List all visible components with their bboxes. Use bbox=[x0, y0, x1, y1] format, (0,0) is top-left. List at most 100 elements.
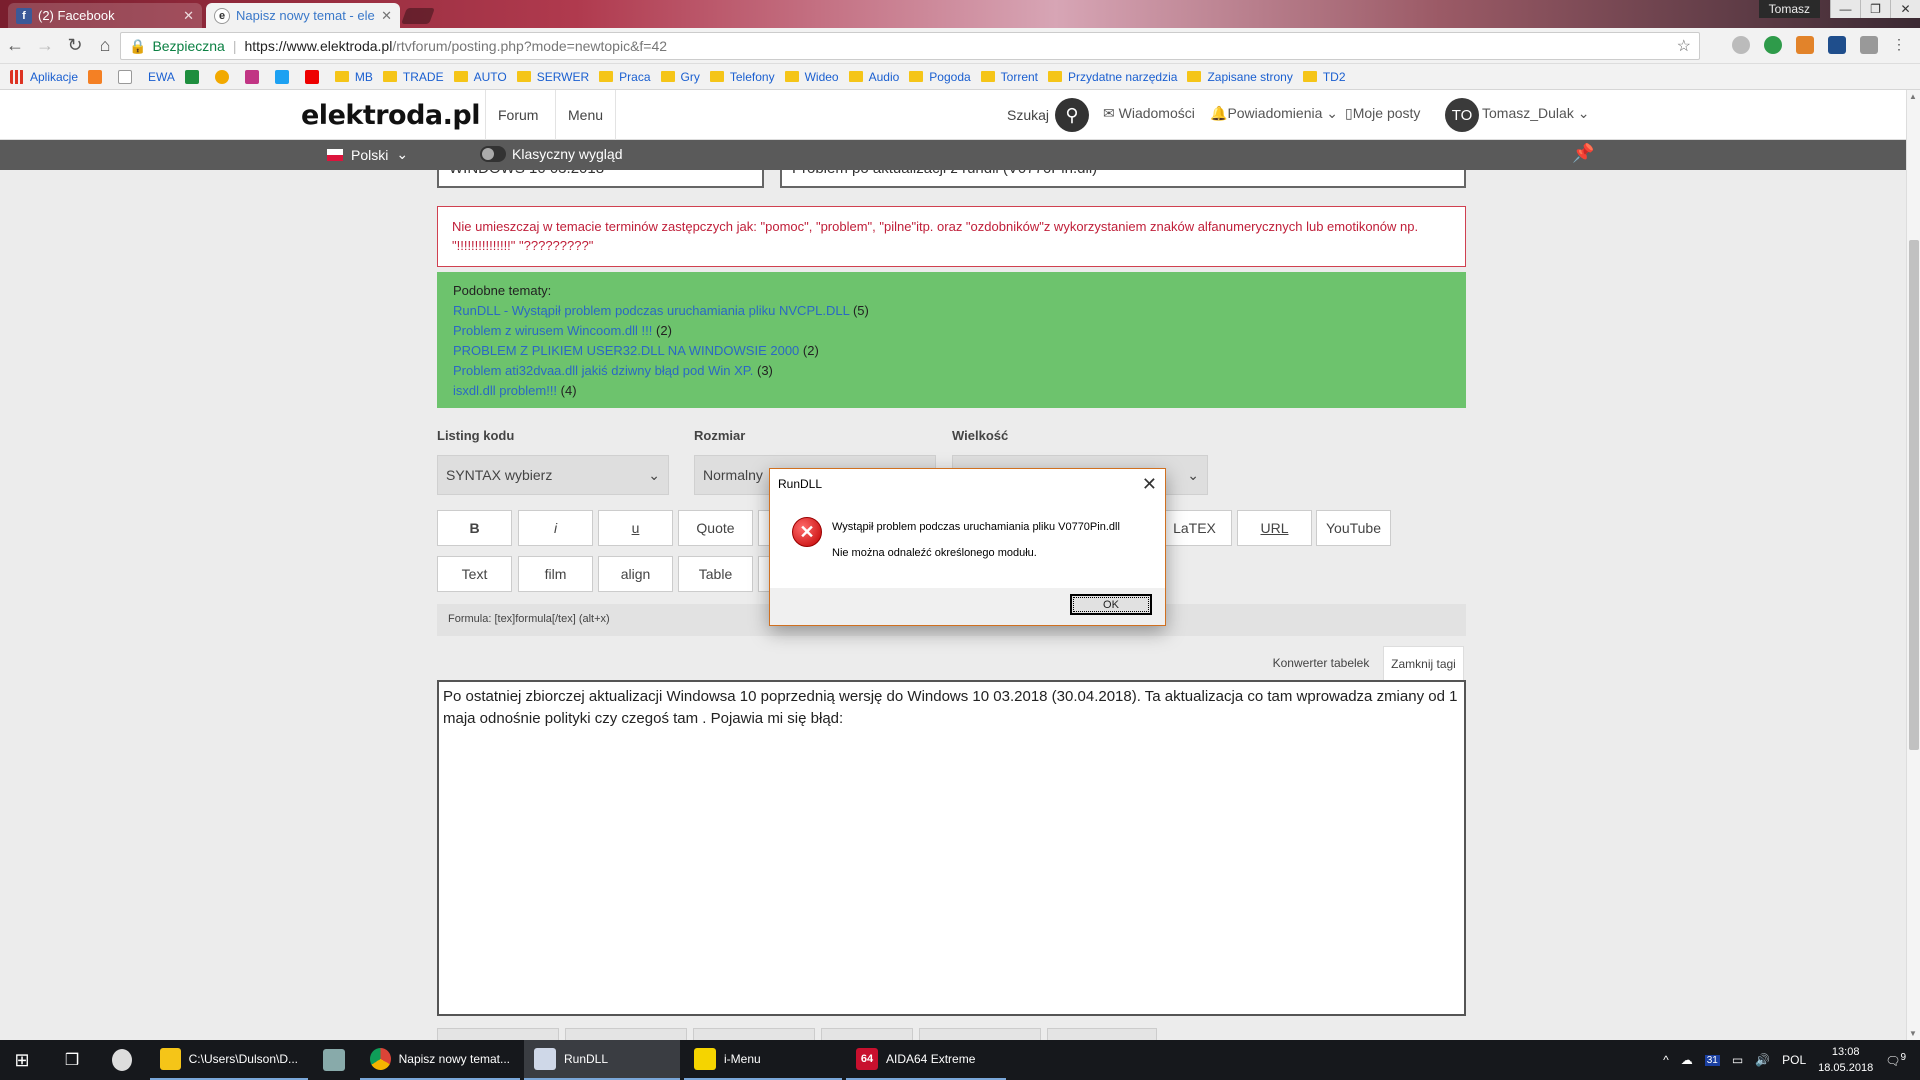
nav-forum[interactable]: Forum bbox=[485, 90, 550, 140]
notification-center-icon[interactable]: 🗨9 bbox=[1885, 1052, 1906, 1068]
editor-option[interactable] bbox=[437, 1028, 559, 1040]
my-posts-link[interactable]: ▯Moje posty bbox=[1345, 105, 1420, 122]
new-tab-button[interactable] bbox=[401, 8, 435, 24]
address-bar[interactable]: 🔒 Bezpieczna | https://www.elektroda.pl … bbox=[120, 32, 1700, 60]
bold-button[interactable]: B bbox=[437, 510, 512, 546]
bookmark-folder-td2[interactable]: TD2 bbox=[1302, 70, 1346, 84]
similar-topic-link[interactable]: RunDLL - Wystąpił problem podczas urucha… bbox=[453, 303, 849, 318]
language-selector[interactable]: Polski ⌄ bbox=[327, 146, 408, 163]
syntax-select[interactable]: SYNTAX wybierz ⌄ bbox=[437, 455, 669, 495]
bookmark-folder-saved[interactable]: Zapisane strony bbox=[1187, 70, 1293, 84]
browser-menu-icon[interactable]: ⋮ bbox=[1892, 36, 1910, 54]
ok-button[interactable]: OK bbox=[1070, 594, 1152, 615]
extension-icon[interactable] bbox=[1828, 36, 1846, 54]
language-indicator[interactable]: POL bbox=[1782, 1053, 1806, 1067]
app-icon[interactable] bbox=[102, 1040, 142, 1080]
bookmark-folder-mb[interactable]: MB bbox=[334, 70, 373, 84]
app-icon[interactable] bbox=[312, 1040, 356, 1080]
editor-option[interactable] bbox=[565, 1028, 687, 1040]
avatar[interactable]: TO bbox=[1445, 98, 1479, 132]
editor-option[interactable] bbox=[693, 1028, 815, 1040]
extension-icon[interactable] bbox=[1796, 36, 1814, 54]
back-icon[interactable]: ← bbox=[0, 35, 30, 56]
bookmark-folder-trade[interactable]: TRADE bbox=[382, 70, 444, 84]
windows-start-icon[interactable]: ⊞ bbox=[0, 1040, 44, 1080]
bookmark-icon-link[interactable] bbox=[304, 69, 325, 84]
forward-icon[interactable]: → bbox=[30, 35, 60, 56]
editor-option[interactable] bbox=[1047, 1028, 1157, 1040]
similar-topic-link[interactable]: isxdl.dll problem!!! bbox=[453, 383, 557, 398]
task-view-icon[interactable]: ❒ bbox=[50, 1040, 94, 1080]
bookmark-folder-auto[interactable]: AUTO bbox=[453, 70, 507, 84]
messages-link[interactable]: ✉ Wiadomości bbox=[1103, 105, 1195, 122]
user-menu[interactable]: Tomasz_Dulak ⌄ bbox=[1482, 105, 1589, 122]
bookmark-icon-link[interactable] bbox=[118, 69, 138, 84]
taskbar-rundll[interactable]: RunDLL bbox=[524, 1040, 680, 1080]
scroll-thumb[interactable] bbox=[1909, 240, 1919, 750]
cloud-icon[interactable]: ☁ bbox=[1681, 1053, 1693, 1067]
similar-topic-link[interactable]: Problem ati32dvaa.dll jakiś dziwny błąd … bbox=[453, 363, 753, 378]
close-tags-button[interactable]: Zamknij tagi bbox=[1383, 646, 1464, 680]
minimize-button[interactable]: — bbox=[1830, 0, 1860, 18]
film-button[interactable]: film bbox=[518, 556, 593, 592]
text-button[interactable]: Text bbox=[437, 556, 512, 592]
bookmark-icon-link[interactable] bbox=[274, 69, 295, 84]
taskbar-explorer[interactable]: C:\Users\Dulson\D... bbox=[150, 1040, 308, 1080]
bookmark-folder-serwer[interactable]: SERWER bbox=[516, 70, 589, 84]
tray-app-icon[interactable]: 31 bbox=[1704, 1054, 1720, 1066]
close-icon[interactable]: ✕ bbox=[183, 8, 194, 24]
bookmark-ewa[interactable]: EWA bbox=[148, 70, 175, 84]
italic-button[interactable]: i bbox=[518, 510, 593, 546]
bookmark-folder-wideo[interactable]: Wideo bbox=[784, 70, 839, 84]
similar-topic-link[interactable]: Problem z wirusem Wincoom.dll !!! bbox=[453, 323, 652, 338]
editor-option[interactable] bbox=[821, 1028, 913, 1040]
tab-facebook[interactable]: f (2) Facebook ✕ bbox=[8, 3, 202, 28]
bookmark-folder-torrent[interactable]: Torrent bbox=[980, 70, 1038, 84]
bookmark-folder-telefony[interactable]: Telefony bbox=[709, 70, 775, 84]
clock[interactable]: 13:08 18.05.2018 bbox=[1818, 1044, 1873, 1076]
taskbar-imenu[interactable]: i-Menu bbox=[684, 1040, 842, 1080]
underline-button[interactable]: u bbox=[598, 510, 673, 546]
url-button[interactable]: URL bbox=[1237, 510, 1312, 546]
search-button[interactable]: ⚲ bbox=[1055, 98, 1089, 132]
bookmark-icon-link[interactable] bbox=[214, 69, 235, 84]
classic-view-toggle[interactable]: Klasyczny wygląd bbox=[480, 146, 623, 162]
bookmark-folder-pogoda[interactable]: Pogoda bbox=[909, 70, 971, 84]
scroll-up-icon[interactable]: ▲ bbox=[1909, 92, 1917, 101]
site-logo[interactable]: elektroda.pl bbox=[301, 100, 481, 131]
table-button[interactable]: Table bbox=[678, 556, 753, 592]
taskbar-chrome[interactable]: Napisz nowy temat... bbox=[360, 1040, 520, 1080]
scroll-down-icon[interactable]: ▼ bbox=[1909, 1029, 1917, 1038]
bookmark-icon-link[interactable] bbox=[244, 69, 265, 84]
message-editor[interactable]: Po ostatniej zbiorczej aktualizacji Wind… bbox=[437, 680, 1466, 1016]
bookmark-folder-gry[interactable]: Gry bbox=[660, 70, 700, 84]
extension-icon[interactable] bbox=[1860, 36, 1878, 54]
topic-title-field[interactable]: Problem po aktualizacji z rundll (V0770P… bbox=[780, 170, 1466, 188]
system-field[interactable]: WINDOWS 10 03.2018 bbox=[437, 170, 764, 188]
volume-icon[interactable]: 🔊 bbox=[1755, 1053, 1770, 1067]
tab-elektroda[interactable]: e Napisz nowy temat - ele ✕ bbox=[206, 3, 400, 28]
latex-button[interactable]: LaTEX bbox=[1157, 510, 1232, 546]
editor-option[interactable] bbox=[919, 1028, 1041, 1040]
bookmark-folder-praca[interactable]: Praca bbox=[599, 70, 651, 84]
close-icon[interactable]: ✕ bbox=[1142, 474, 1157, 495]
bookmark-icon-link[interactable] bbox=[88, 69, 108, 84]
page-scrollbar[interactable]: ▲ ▼ bbox=[1906, 90, 1920, 1040]
chevron-up-icon[interactable]: ^ bbox=[1663, 1053, 1669, 1067]
youtube-button[interactable]: YouTube bbox=[1316, 510, 1391, 546]
search-label[interactable]: Szukaj bbox=[1007, 107, 1049, 123]
home-icon[interactable]: ⌂ bbox=[90, 35, 120, 56]
notifications-link[interactable]: 🔔Powiadomienia ⌄ bbox=[1210, 105, 1338, 122]
quote-button[interactable]: Quote bbox=[678, 510, 753, 546]
bookmark-icon-link[interactable] bbox=[184, 69, 205, 84]
bookmark-star-icon[interactable]: ☆ bbox=[1677, 36, 1691, 56]
reload-icon[interactable]: ↻ bbox=[60, 35, 90, 56]
toggle-switch[interactable] bbox=[480, 146, 506, 162]
pin-icon[interactable]: 📌 bbox=[1572, 143, 1594, 164]
similar-topic-link[interactable]: PROBLEM Z PLIKIEM USER32.DLL NA WINDOWSI… bbox=[453, 343, 799, 358]
close-icon[interactable]: ✕ bbox=[381, 8, 392, 24]
align-button[interactable]: align bbox=[598, 556, 673, 592]
extension-icon[interactable] bbox=[1764, 36, 1782, 54]
nav-menu[interactable]: Menu bbox=[555, 90, 617, 140]
taskbar-aida64[interactable]: 64 AIDA64 Extreme bbox=[846, 1040, 1006, 1080]
